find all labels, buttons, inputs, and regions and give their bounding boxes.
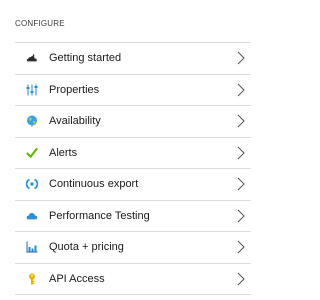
export-icon <box>26 178 38 190</box>
menu-item-label: API Access <box>49 272 105 285</box>
menu-item-quota-pricing[interactable]: Quota + pricing <box>15 232 251 264</box>
menu-item-label: Alerts <box>49 146 78 159</box>
chevron-right-icon <box>237 177 245 191</box>
menu-item-label: Continuous export <box>49 178 139 191</box>
configure-menu: Getting started Properties Availability … <box>15 42 251 295</box>
cloud-rocket-icon <box>26 52 38 64</box>
menu-item-label: Availability <box>49 115 101 128</box>
chevron-right-icon <box>237 51 245 65</box>
configure-panel: CONFIGURE Getting started Properties Ava… <box>0 0 266 300</box>
menu-item-availability[interactable]: Availability <box>15 106 251 138</box>
menu-item-performance-testing[interactable]: Performance Testing <box>15 201 251 232</box>
checkmark-icon <box>26 147 38 159</box>
bar-chart-icon <box>26 241 38 253</box>
chevron-right-icon <box>237 114 245 128</box>
menu-item-label: Quota + pricing <box>49 241 124 254</box>
menu-item-alerts[interactable]: Alerts <box>15 138 251 169</box>
cloud-icon <box>26 210 38 222</box>
menu-item-label: Properties <box>49 83 100 96</box>
menu-item-label: Performance Testing <box>49 209 150 222</box>
chevron-right-icon <box>237 83 245 97</box>
section-title: CONFIGURE <box>15 19 65 28</box>
key-icon <box>26 273 38 285</box>
chevron-right-icon <box>237 146 245 160</box>
chevron-right-icon <box>237 240 245 254</box>
menu-item-properties[interactable]: Properties <box>15 75 251 106</box>
menu-item-api-access[interactable]: API Access <box>15 264 251 295</box>
chevron-right-icon <box>237 272 245 286</box>
menu-item-continuous-export[interactable]: Continuous export <box>15 169 251 201</box>
menu-item-getting-started[interactable]: Getting started <box>15 43 251 75</box>
sliders-icon <box>26 84 38 96</box>
menu-item-label: Getting started <box>49 52 122 65</box>
globe-icon <box>26 115 38 127</box>
chevron-right-icon <box>237 209 245 223</box>
